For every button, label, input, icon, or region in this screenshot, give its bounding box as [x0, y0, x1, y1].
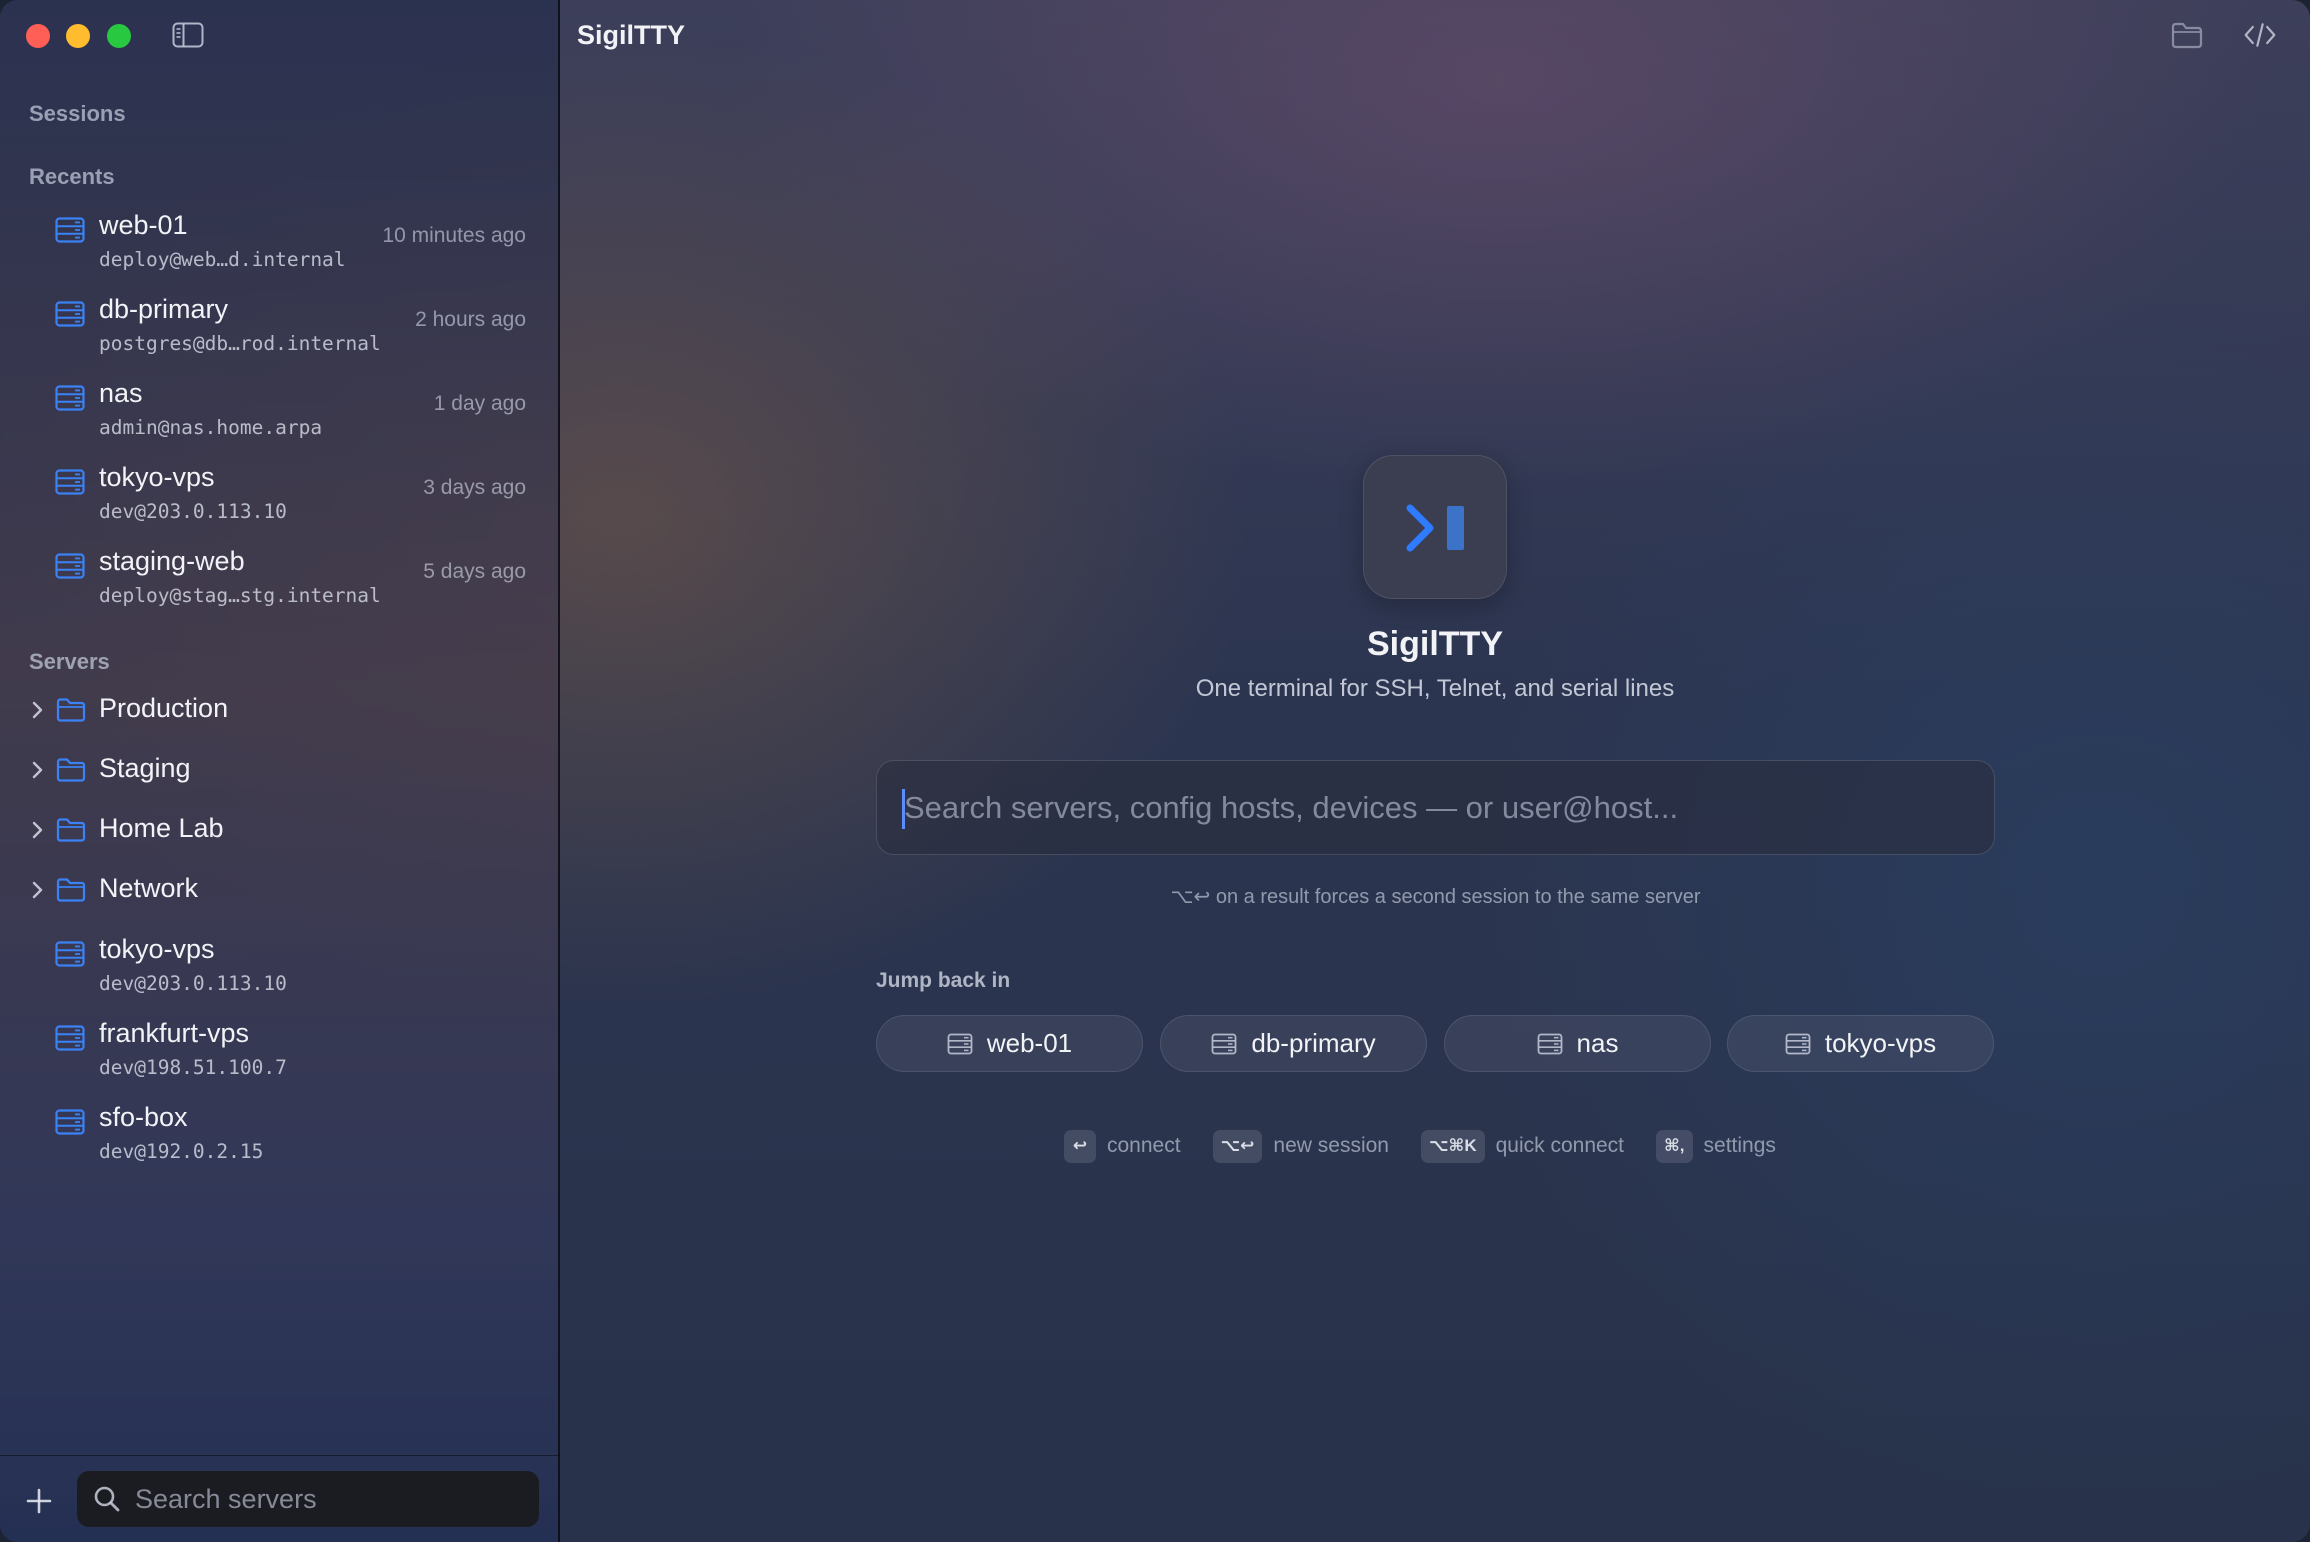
shortcut-key-quick-connect: ⌥⌘K	[1420, 1129, 1485, 1163]
group-name: Staging	[99, 753, 191, 783]
shortcut-label-settings: settings	[1703, 1134, 1776, 1157]
recent-name: tokyo-vps	[99, 462, 215, 492]
server-group-home-lab[interactable]: Home Lab	[0, 806, 560, 856]
recent-item-staging-web[interactable]: staging-web deploy@stag…stg.internal 5 d…	[0, 540, 560, 620]
recent-item-nas[interactable]: nas admin@nas.home.arpa 1 day ago	[0, 372, 560, 452]
server-host: dev@198.51.100.7	[99, 1056, 287, 1079]
chip-label: nas	[1576, 1028, 1619, 1058]
zoom-window-button[interactable]	[107, 24, 131, 48]
recent-name: nas	[99, 378, 143, 408]
chevron-right-icon[interactable]	[28, 759, 46, 781]
server-name: frankfurt-vps	[99, 1018, 250, 1048]
jump-chip-tokyo-vps[interactable]: tokyo-vps	[1727, 1015, 1994, 1072]
folder-icon	[56, 818, 86, 842]
server-icon	[1785, 1033, 1811, 1054]
chevron-right-icon[interactable]	[28, 699, 46, 721]
server-icon	[947, 1033, 973, 1054]
server-group-network[interactable]: Network	[0, 866, 560, 916]
server-item-sfo-box[interactable]: sfo-box dev@192.0.2.15	[0, 1096, 560, 1176]
recent-time: 10 minutes ago	[382, 224, 526, 247]
chevron-right-icon[interactable]	[28, 879, 46, 901]
app-tagline: One terminal for SSH, Telnet, and serial…	[1195, 675, 1675, 702]
recent-name: staging-web	[99, 546, 245, 576]
server-item-tokyo-vps[interactable]: tokyo-vps dev@203.0.113.10	[0, 928, 560, 1008]
sidebar: Sessions Recents web-01 deploy@web…d.int…	[0, 0, 560, 1542]
server-icon	[55, 469, 85, 495]
app-name: SigilTTY	[1367, 625, 1503, 663]
recent-time: 2 hours ago	[415, 308, 526, 331]
shortcut-label-quick-connect: quick connect	[1495, 1134, 1625, 1157]
shortcut-label-new-session: new session	[1273, 1134, 1389, 1157]
jump-back-in-heading: Jump back in	[876, 969, 1011, 992]
server-icon	[55, 385, 85, 411]
server-icon	[55, 553, 85, 579]
window-title: SigilTTY	[577, 20, 685, 50]
search-icon	[94, 1486, 120, 1512]
folder-icon	[56, 758, 86, 782]
sidebar-toggle-icon[interactable]	[172, 22, 204, 48]
recent-name: db-primary	[99, 294, 229, 324]
quick-connect-search-field[interactable]	[876, 760, 1995, 855]
quick-connect-input[interactable]	[904, 783, 1964, 833]
chevron-right-icon[interactable]	[28, 819, 46, 841]
jump-chip-web-01[interactable]: web-01	[876, 1015, 1143, 1072]
server-host: dev@203.0.113.10	[99, 972, 287, 995]
group-name: Home Lab	[99, 813, 224, 843]
folder-icon	[56, 698, 86, 722]
recent-time: 3 days ago	[423, 476, 526, 499]
server-name: sfo-box	[99, 1102, 188, 1132]
group-name: Network	[99, 873, 199, 903]
chip-label: web-01	[986, 1028, 1073, 1058]
minimize-window-button[interactable]	[66, 24, 90, 48]
server-item-frankfurt-vps[interactable]: frankfurt-vps dev@198.51.100.7	[0, 1012, 560, 1092]
terminal-prompt-icon	[1406, 504, 1464, 552]
server-icon	[55, 941, 85, 967]
sidebar-search-field[interactable]	[77, 1471, 539, 1527]
recents-heading: Recents	[29, 164, 115, 189]
recent-item-tokyo-vps[interactable]: tokyo-vps dev@203.0.113.10 3 days ago	[0, 456, 560, 536]
server-host: dev@192.0.2.15	[99, 1140, 264, 1163]
recent-host: deploy@web…d.internal	[99, 248, 346, 271]
sidebar-footer	[0, 1455, 560, 1542]
close-window-button[interactable]	[26, 24, 50, 48]
server-icon	[1537, 1033, 1562, 1054]
recent-host: dev@203.0.113.10	[99, 500, 287, 523]
sidebar-search-input[interactable]	[135, 1479, 525, 1519]
shortcut-key-connect: ↩	[1064, 1129, 1096, 1163]
app-window: Sessions Recents web-01 deploy@web…d.int…	[0, 0, 2310, 1542]
recent-item-web-01[interactable]: web-01 deploy@web…d.internal 10 minutes …	[0, 204, 560, 284]
recent-host: postgres@db…rod.internal	[99, 332, 381, 355]
keyboard-shortcuts-bar: ↩ connect ⌥↩ new session ⌥⌘K quick conne…	[1064, 1129, 1808, 1163]
shortcut-label-connect: connect	[1107, 1134, 1181, 1157]
server-icon	[55, 1025, 85, 1051]
recent-time: 5 days ago	[423, 560, 526, 583]
group-name: Production	[99, 693, 229, 723]
server-group-staging[interactable]: Staging	[0, 746, 560, 796]
jump-chip-db-primary[interactable]: db-primary	[1160, 1015, 1427, 1072]
server-icon	[55, 1109, 85, 1135]
server-icon	[55, 217, 85, 243]
shortcut-key-settings: ⌘,	[1656, 1129, 1693, 1163]
jump-chip-nas[interactable]: nas	[1444, 1015, 1711, 1072]
server-icon	[55, 301, 85, 327]
chip-label: tokyo-vps	[1824, 1028, 1937, 1058]
recent-host: deploy@stag…stg.internal	[99, 584, 381, 607]
sessions-heading: Sessions	[29, 101, 126, 126]
recent-name: web-01	[99, 210, 188, 240]
code-icon[interactable]	[2243, 20, 2277, 50]
folder-icon[interactable]	[2170, 20, 2204, 50]
folder-icon	[56, 878, 86, 902]
chip-label: db-primary	[1251, 1028, 1376, 1058]
server-group-production[interactable]: Production	[0, 686, 560, 736]
server-icon	[1211, 1033, 1237, 1054]
server-name: tokyo-vps	[99, 934, 215, 964]
recent-item-db-primary[interactable]: db-primary postgres@db…rod.internal 2 ho…	[0, 288, 560, 368]
app-logo	[1363, 455, 1507, 599]
add-server-button[interactable]	[24, 1486, 54, 1516]
recent-host: admin@nas.home.arpa	[99, 416, 323, 439]
shortcut-key-new-session: ⌥↩	[1212, 1129, 1263, 1163]
servers-heading: Servers	[29, 649, 110, 674]
recent-time: 1 day ago	[433, 392, 526, 415]
search-hint: ⌥↩ on a result forces a second session t…	[1170, 886, 1701, 908]
